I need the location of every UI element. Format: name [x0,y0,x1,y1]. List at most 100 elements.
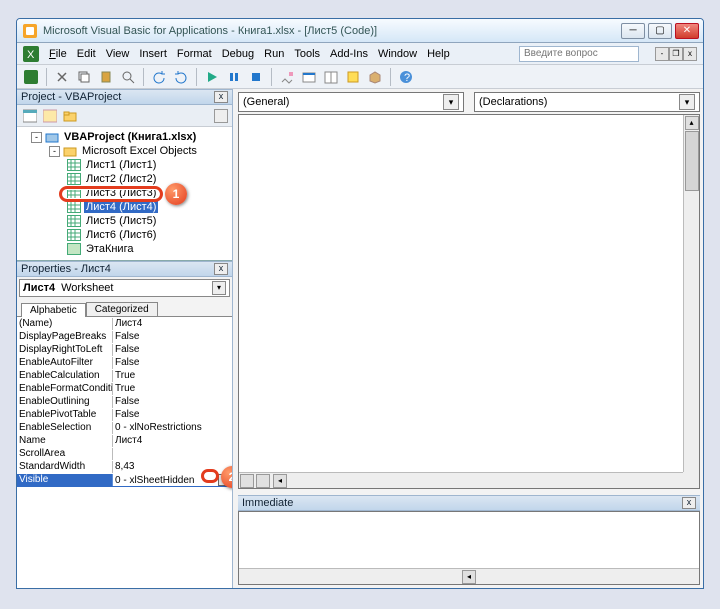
menu-debug[interactable]: Debug [222,48,254,60]
immediate-h-scrollbar[interactable]: ◂ [239,568,699,584]
tree-sheet-item[interactable]: Лист1 (Лист1) [19,158,232,172]
properties-panel-header: Properties - Лист4 x [17,261,232,277]
project-panel-close[interactable]: x [214,91,228,103]
property-row[interactable]: (Name)Лист4 [17,318,232,331]
properties-grid[interactable]: (Name)Лист4DisplayPageBreaksFalseDisplay… [17,317,232,588]
menu-insert[interactable]: Insert [139,48,167,60]
object-combo[interactable]: (General)▾ [238,92,464,112]
tree-root-project[interactable]: -VBAProject (Книга1.xlsx) [19,130,232,144]
immediate-window[interactable]: ◂ [238,511,700,585]
run-icon[interactable] [202,67,222,87]
workbook-icon [67,243,81,256]
tree-sheet-item[interactable]: Лист5 (Лист5) [19,214,232,228]
property-row[interactable]: EnableOutliningFalse [17,396,232,409]
menu-run[interactable]: Run [264,48,284,60]
immediate-panel-close[interactable]: x [682,497,696,509]
properties-window-icon[interactable] [321,67,341,87]
menu-view[interactable]: View [106,48,130,60]
view-excel-icon[interactable] [21,67,41,87]
code-editor[interactable]: ▴ ◂ [238,114,700,489]
property-row[interactable]: DisplayRightToLeftFalse [17,344,232,357]
tree-sheet-item[interactable]: Лист2 (Лист2) [19,172,232,186]
property-value[interactable]: False [113,409,232,421]
property-row[interactable]: ScrollArea [17,448,232,461]
property-row[interactable]: EnablePivotTableFalse [17,409,232,422]
properties-object-selector[interactable]: Лист4 Worksheet ▾ [19,279,230,297]
menu-window[interactable]: Window [378,48,417,60]
minimize-button[interactable]: ─ [621,23,645,39]
undo-icon[interactable] [149,67,169,87]
menu-file[interactable]: FFileile [49,48,67,60]
mdi-minimize[interactable]: - [655,47,669,61]
view-code-icon[interactable] [21,107,39,125]
break-icon[interactable] [224,67,244,87]
project-explorer-icon[interactable] [299,67,319,87]
property-value[interactable]: 0 - xlSheetHidden▾ [113,474,232,486]
project-tree[interactable]: -VBAProject (Книга1.xlsx) -Microsoft Exc… [17,127,232,260]
design-mode-icon[interactable] [277,67,297,87]
property-value[interactable]: False [113,331,232,343]
maximize-button[interactable]: ▢ [648,23,672,39]
property-value[interactable]: Лист4 [113,318,232,330]
menu-edit[interactable]: Edit [77,48,96,60]
menu-format[interactable]: Format [177,48,212,60]
chevron-down-icon[interactable]: ▾ [679,94,695,110]
property-row[interactable]: EnableAutoFilterFalse [17,357,232,370]
project-icon [45,131,59,144]
procedure-view-icon[interactable] [240,474,254,488]
property-row[interactable]: Visible0 - xlSheetHidden▾ [17,474,232,487]
menu-tools[interactable]: Tools [294,48,320,60]
property-value[interactable]: False [113,357,232,369]
property-value[interactable]: False [113,396,232,408]
reset-icon[interactable] [246,67,266,87]
toggle-folders-icon[interactable] [61,107,79,125]
property-value[interactable]: False [113,344,232,356]
tab-categorized[interactable]: Categorized [86,302,158,316]
properties-panel-close[interactable]: x [214,263,228,275]
toolbox-icon[interactable] [365,67,385,87]
property-value[interactable]: True [113,370,232,382]
find-icon[interactable] [118,67,138,87]
close-button[interactable]: ✕ [675,23,699,39]
copy-icon[interactable] [74,67,94,87]
paste-icon[interactable] [96,67,116,87]
vertical-scrollbar[interactable]: ▴ [683,115,699,472]
menu-addins[interactable]: Add-Ins [330,48,368,60]
tree-thisworkbook-item[interactable]: ЭтаКнига [19,242,232,256]
property-row[interactable]: EnableSelection0 - xlNoRestrictions [17,422,232,435]
menu-help[interactable]: Help [427,48,450,60]
property-value[interactable] [113,448,232,460]
horizontal-scrollbar[interactable]: ◂ [239,472,683,488]
redo-icon[interactable] [171,67,191,87]
property-row[interactable]: NameЛист4 [17,435,232,448]
property-row[interactable]: EnableFormatConditionsCalculationTrue [17,383,232,396]
property-value[interactable]: True [113,383,232,395]
tab-alphabetic[interactable]: Alphabetic [21,303,86,317]
view-object-icon[interactable] [41,107,59,125]
tree-sheet-item[interactable]: Лист3 (Лист3) [19,186,232,200]
object-browser-icon[interactable] [343,67,363,87]
cut-icon[interactable] [52,67,72,87]
help-icon[interactable]: ? [396,67,416,87]
tree-sheet-item[interactable]: Лист6 (Лист6) [19,228,232,242]
ask-question-input[interactable] [519,46,639,62]
property-name: Visible [17,474,113,486]
property-value[interactable]: Лист4 [113,435,232,447]
property-value[interactable]: 8,43 [113,461,232,473]
tree-group-excel-objects[interactable]: -Microsoft Excel Objects [19,144,232,158]
mdi-close[interactable]: x [683,47,697,61]
property-value[interactable]: 0 - xlNoRestrictions [113,422,232,434]
project-collapse-toggle[interactable] [214,109,228,123]
property-row[interactable]: DisplayPageBreaksFalse [17,331,232,344]
mdi-restore[interactable]: ❐ [669,47,683,61]
chevron-down-icon[interactable]: ▾ [443,94,459,110]
property-row[interactable]: StandardWidth8,43 [17,461,232,474]
worksheet-icon [67,173,81,186]
property-row[interactable]: EnableCalculationTrue [17,370,232,383]
tree-sheet-item-selected[interactable]: Лист4 (Лист4) [19,200,232,214]
procedure-combo[interactable]: (Declarations)▾ [474,92,700,112]
chevron-down-icon[interactable]: ▾ [212,281,226,295]
svg-text:X: X [27,49,35,61]
full-module-view-icon[interactable] [256,474,270,488]
property-name: Name [17,435,113,447]
